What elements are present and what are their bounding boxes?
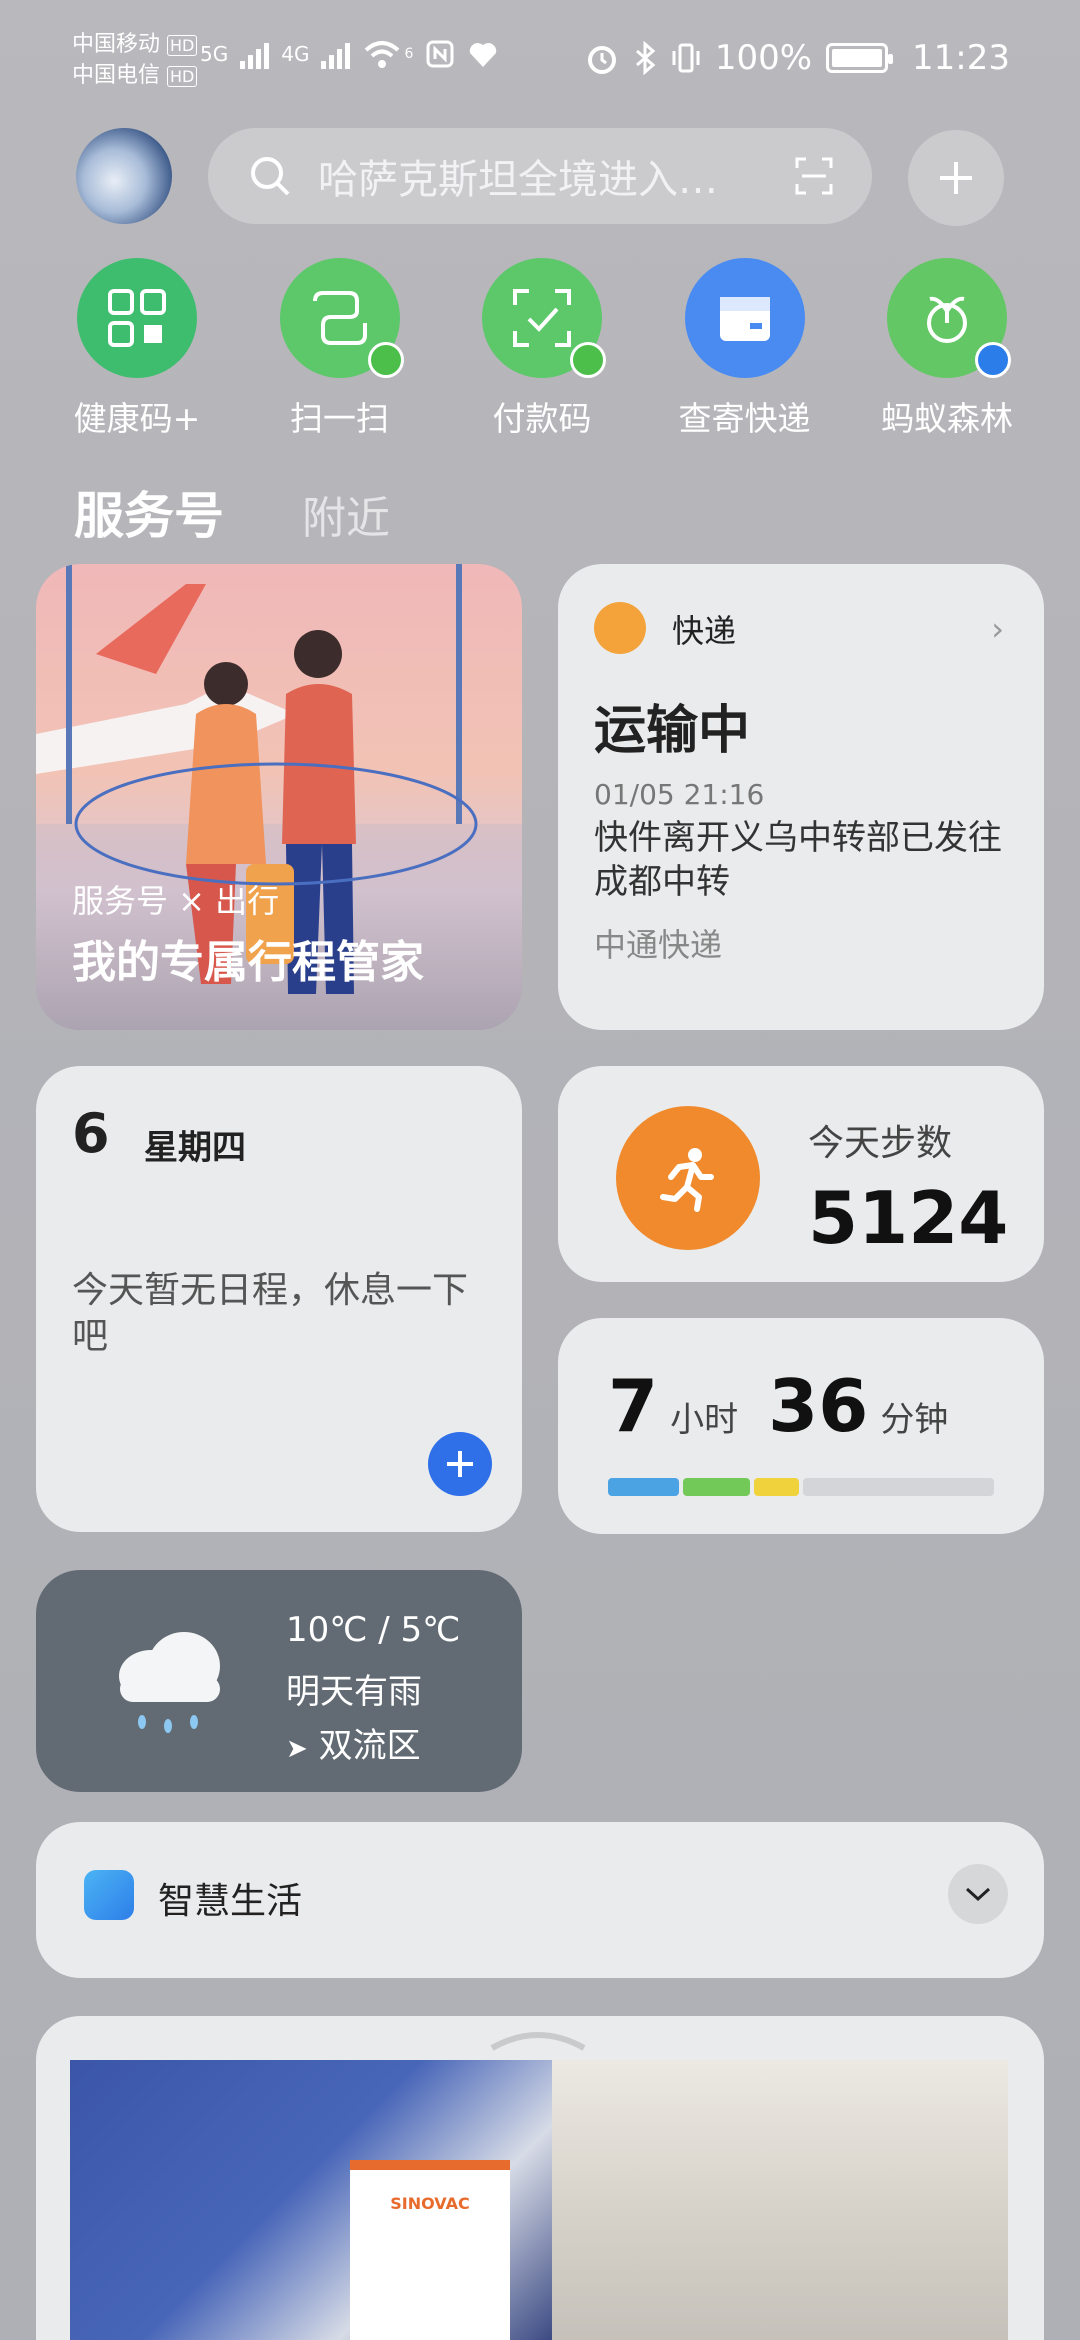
- bluetooth-icon: [635, 41, 656, 75]
- news-image-vaccine: SINOVAC: [70, 2060, 552, 2340]
- shortcut-label: 付款码: [492, 399, 592, 438]
- shortcut-label: 扫一扫: [290, 399, 389, 438]
- wechat-badge-icon: [367, 342, 404, 378]
- weather-card[interactable]: 10℃ / 5℃ 明天有雨 ➤ 双流区: [36, 1570, 522, 1792]
- battery-icon: [826, 43, 894, 73]
- smart-life-title: 智慧生活: [158, 1881, 303, 1922]
- health-code-icon: [77, 258, 197, 378]
- sinovac-label: SINOVAC: [390, 2194, 470, 2213]
- shortcut-payment-code[interactable]: 付款码: [457, 258, 627, 440]
- clock: 11:23: [912, 38, 1010, 78]
- shortcut-health-code[interactable]: 健康码+: [52, 258, 222, 440]
- carrier-info: 中国移动 HD 中国电信 HD: [72, 30, 198, 92]
- scan-icon[interactable]: [794, 156, 834, 196]
- expand-button[interactable]: [948, 1864, 1008, 1924]
- weather-condition: 明天有雨: [286, 1672, 422, 1712]
- shortcut-row: 健康码+ 扫一扫 付款码 查寄快递 蚂蚁森林: [52, 258, 1032, 440]
- express-carrier: 中通快递: [594, 926, 723, 964]
- shortcut-label: 查寄快递: [678, 399, 811, 438]
- plus-icon: [940, 162, 972, 194]
- signal-indicators: 5G 4G 6: [200, 38, 499, 70]
- wechat-badge-icon: [570, 342, 606, 378]
- sleep-hours-unit: 小时: [670, 1400, 739, 1440]
- alarm-icon: [587, 46, 616, 74]
- calendar-card[interactable]: 6 星期四 今天暂无日程，休息一下吧: [36, 1066, 522, 1532]
- express-description: 快件离开义乌中转部已发往成都中转: [594, 818, 1002, 902]
- shortcut-scan[interactable]: 扫一扫: [255, 258, 425, 440]
- shortcut-label: 健康码+: [73, 399, 201, 438]
- shortcut-ant-forest[interactable]: 蚂蚁森林: [862, 258, 1032, 440]
- battery-percent: 100%: [714, 38, 813, 78]
- add-button[interactable]: [908, 130, 1004, 226]
- alipay-badge-icon: [975, 342, 1011, 378]
- sprout-icon: [887, 258, 1011, 378]
- steps-count: 5124: [808, 1176, 1009, 1260]
- sleep-minutes: 36: [768, 1364, 869, 1448]
- sleep-stage-segment: [803, 1478, 994, 1496]
- travel-caption-top: 服务号 × 出行: [72, 882, 280, 920]
- sleep-duration: 7 小时 36 分钟: [608, 1364, 966, 1448]
- shortcut-package[interactable]: 查寄快递: [660, 258, 830, 440]
- location-arrow-icon: ➤: [286, 1734, 308, 1764]
- weather-location: ➤ 双流区: [286, 1718, 421, 1767]
- avatar[interactable]: [76, 128, 172, 224]
- sinovac-box: SINOVAC: [350, 2160, 510, 2340]
- search-input[interactable]: 哈萨克斯坦全境进入…: [318, 147, 758, 205]
- sleep-minutes-unit: 分钟: [880, 1400, 949, 1440]
- status-bar: 中国移动 HD 中国电信 HD 5G 4G 6 100% 11:23: [0, 0, 1080, 120]
- signal-bars-icon: [240, 39, 270, 69]
- travel-caption-main: 我的专属行程管家: [72, 937, 424, 988]
- sleep-stage-segment: [608, 1478, 680, 1496]
- weather-location-text: 双流区: [318, 1726, 421, 1766]
- calendar-note: 今天暂无日程，休息一下吧: [72, 1270, 469, 1357]
- steps-label: 今天步数: [808, 1123, 953, 1164]
- smart-life-icon: [84, 1870, 134, 1920]
- steps-card[interactable]: 今天步数 5124: [558, 1066, 1044, 1282]
- express-card[interactable]: 快递 › 运输中 01/05 21:16 快件离开义乌中转部已发往成都中转 中通…: [558, 564, 1044, 1030]
- smart-life-card[interactable]: 智慧生活: [36, 1822, 1044, 1978]
- express-title: 快递: [672, 612, 737, 650]
- tab-nearby[interactable]: 附近: [302, 482, 390, 546]
- sleep-stage-segment: [754, 1478, 800, 1496]
- express-app-icon: [594, 602, 646, 654]
- carrier-2: 中国电信: [72, 63, 161, 88]
- tab-service[interactable]: 服务号: [74, 476, 224, 548]
- search-bar[interactable]: 哈萨克斯坦全境进入…: [208, 128, 872, 224]
- signal-bars-icon: [321, 39, 351, 69]
- travel-card[interactable]: 服务号 × 出行 我的专属行程管家: [36, 564, 522, 1030]
- weather-temp: 10℃ / 5℃: [286, 1610, 461, 1650]
- chevron-down-icon: [965, 1887, 991, 1902]
- calendar-weekday: 星期四: [144, 1128, 246, 1168]
- calendar-day: 6: [72, 1102, 110, 1165]
- sleep-stage-segment: [683, 1478, 751, 1496]
- payment-code-icon: [482, 258, 606, 378]
- vibrate-icon: [672, 43, 700, 73]
- sleep-stage-bar: [608, 1478, 994, 1496]
- wifi-gen-label: 6: [404, 46, 414, 62]
- running-icon: [616, 1106, 760, 1250]
- sleep-hours: 7: [608, 1364, 659, 1448]
- news-card[interactable]: SINOVAC: [36, 2016, 1044, 2340]
- add-event-button[interactable]: [428, 1432, 492, 1496]
- net-4g-label: 4G: [281, 42, 310, 66]
- net-5g-label: 5G: [200, 42, 229, 66]
- carrier-1: 中国移动: [72, 32, 161, 57]
- package-icon: [684, 258, 805, 378]
- search-icon: [251, 157, 290, 196]
- nfc-icon: [426, 40, 454, 68]
- scan-icon: [279, 258, 404, 378]
- sleep-card[interactable]: 7 小时 36 分钟: [558, 1318, 1044, 1534]
- news-image-boxes: [552, 2060, 1008, 2340]
- express-time: 01/05 21:16: [594, 778, 765, 811]
- status-right: 100% 11:23: [585, 38, 1010, 78]
- wifi-icon: [365, 41, 400, 68]
- rain-cloud-icon: [119, 1632, 220, 1733]
- plus-icon: [447, 1451, 473, 1477]
- health-heart-icon: [470, 43, 497, 67]
- drag-handle-icon[interactable]: [488, 2028, 588, 2052]
- shortcut-label: 蚂蚁森林: [881, 399, 1013, 438]
- chevron-right-icon[interactable]: ›: [991, 610, 1004, 648]
- express-status: 运输中: [594, 701, 751, 761]
